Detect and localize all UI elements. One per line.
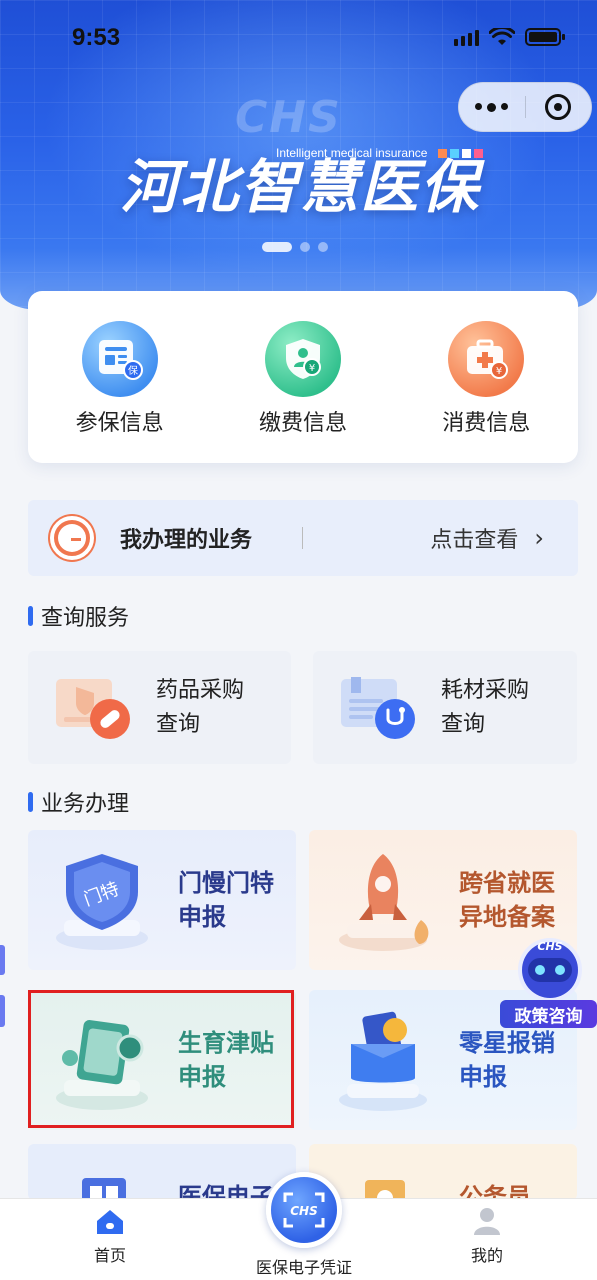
business-card-line: 零星报销: [459, 1029, 555, 1057]
query-card-line: 耗材采购: [441, 677, 530, 703]
business-card-line: 跨省就医: [459, 869, 555, 897]
business-card-line: 申报: [459, 1063, 507, 1091]
reimbursement-box-icon: [321, 1000, 451, 1120]
query-card-line: 药品采购: [156, 677, 245, 703]
info-label: 参保信息: [75, 411, 164, 436]
query-card-line: 查询: [156, 711, 201, 737]
business-card-label: 跨省就医 异地备案: [459, 866, 555, 934]
drug-purchase-query-card[interactable]: 药品采购 查询: [28, 651, 291, 764]
carousel-indicator[interactable]: [262, 242, 328, 252]
consumable-query-icon: [337, 673, 427, 743]
carousel-dot[interactable]: [300, 242, 310, 252]
view-business-link[interactable]: 点击查看: [430, 522, 518, 554]
battery-icon: [525, 28, 565, 46]
query-card-line: 查询: [441, 711, 486, 737]
section-title: 查询服务: [41, 606, 130, 631]
business-card-line: 申报: [178, 1063, 226, 1091]
business-card-line: 门慢门特: [178, 869, 274, 897]
info-item-insurance[interactable]: 保 参保信息: [45, 321, 195, 437]
signal-icon: [454, 30, 479, 46]
tab-mine[interactable]: 我的: [447, 1206, 527, 1266]
tab-e-voucher-label: 医保电子凭证: [255, 1258, 352, 1277]
my-business-title: 我办理的业务: [120, 528, 253, 553]
carousel-dot[interactable]: [318, 242, 328, 252]
chronic-disease-declare-card[interactable]: 门特 门慢门特 申报: [28, 830, 296, 970]
section-title: 业务办理: [41, 792, 130, 817]
qr-code-icon: [40, 1168, 170, 1200]
business-bar-divider: [302, 527, 304, 549]
consumption-medkit-icon: ¥: [448, 321, 525, 397]
section-accent-bar: [28, 606, 33, 626]
business-card-line: 异地备案: [459, 903, 555, 931]
banner-subtitle: Intelligent medical insurance: [276, 146, 428, 160]
e-voucher-badge: CHS: [290, 1204, 318, 1218]
query-section-heading: 查询服务: [28, 600, 129, 632]
rocket-icon: [321, 840, 451, 960]
info-item-payment[interactable]: ¥ 缴费信息: [228, 321, 378, 437]
query-card-label: 药品采购 查询: [156, 674, 244, 742]
chronic-disease-shield-icon: 门特: [40, 840, 170, 960]
payment-shield-icon: ¥: [264, 321, 341, 397]
business-card-line: 申报: [178, 903, 226, 931]
svg-text:¥: ¥: [309, 363, 315, 374]
business-card-label: 门慢门特 申报: [178, 866, 274, 934]
chevron-right-icon: ›: [534, 524, 544, 552]
svg-text:¥: ¥: [496, 366, 502, 377]
section-accent-bar: [28, 792, 33, 812]
info-item-consumption[interactable]: ¥ 消费信息: [411, 321, 561, 437]
close-miniprogram-icon[interactable]: [526, 94, 592, 120]
svg-text:保: 保: [128, 364, 138, 377]
left-edge-handle[interactable]: [0, 995, 5, 1027]
maternity-allowance-icon: [40, 1000, 170, 1120]
business-card-line: 生育津贴: [178, 1029, 274, 1057]
carousel-dot-active[interactable]: [262, 242, 292, 252]
business-card-line: 公务员: [459, 1183, 531, 1200]
banner-watermark: CHS: [235, 92, 342, 143]
query-card-label: 耗材采购 查询: [441, 674, 529, 742]
status-icons: [454, 28, 565, 46]
home-icon: [97, 1210, 123, 1234]
banner-color-squares: [438, 149, 483, 158]
maternity-allowance-declare-card[interactable]: 生育津贴 申报: [28, 990, 296, 1130]
tab-mine-label: 我的: [470, 1246, 503, 1265]
more-icon[interactable]: [459, 102, 525, 112]
info-card: 保 参保信息 ¥ 缴费信息 ¥ 消费信息: [28, 291, 578, 463]
tab-e-voucher[interactable]: CHS 医保电子凭证: [249, 1172, 359, 1278]
consumable-purchase-query-card[interactable]: 耗材采购 查询: [313, 651, 577, 764]
robot-badge: CHS: [537, 940, 562, 953]
status-time: 9:53: [72, 24, 121, 51]
business-card-label: 零星报销 申报: [459, 1026, 555, 1094]
wifi-icon: [489, 28, 515, 45]
user-icon: [474, 1208, 500, 1235]
info-label: 消费信息: [442, 411, 531, 436]
left-edge-handle[interactable]: [0, 945, 5, 975]
miniprogram-capsule: [458, 82, 592, 132]
my-business-bar[interactable]: 我办理的业务 点击查看 ›: [28, 500, 578, 576]
info-label: 缴费信息: [258, 411, 347, 436]
business-card-label: 生育津贴 申报: [178, 1026, 274, 1094]
tab-home[interactable]: 首页: [70, 1208, 150, 1266]
drug-query-icon: [52, 673, 142, 743]
business-section-heading: 业务办理: [28, 786, 129, 818]
e-voucher-icon: CHS: [266, 1172, 342, 1248]
insurance-doc-icon: 保: [81, 321, 158, 397]
business-card-label: 公务员: [459, 1180, 531, 1200]
tab-home-label: 首页: [93, 1246, 126, 1265]
policy-consult-button[interactable]: 政策咨询: [500, 1000, 597, 1028]
alarm-clock-icon: [50, 516, 94, 560]
